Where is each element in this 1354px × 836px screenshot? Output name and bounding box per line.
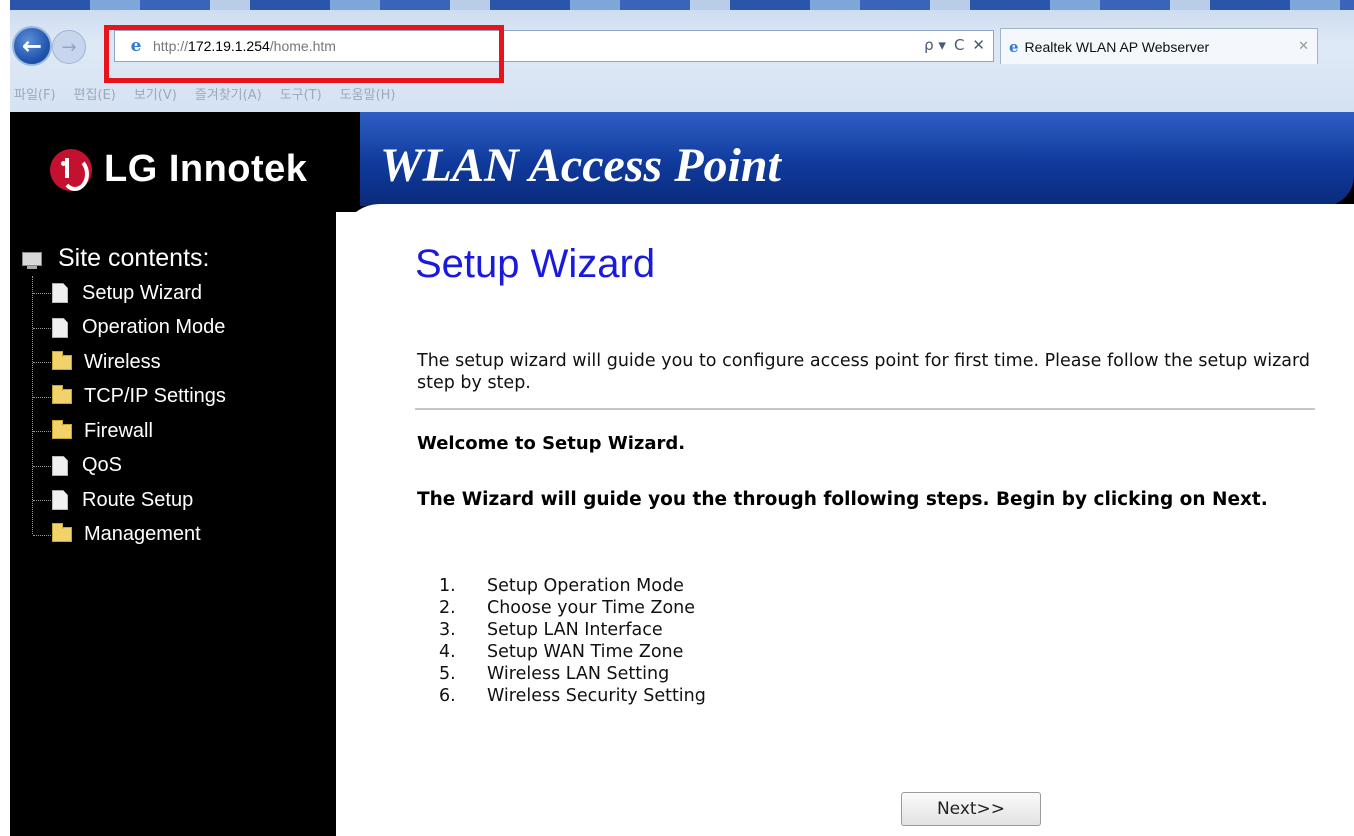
- site-contents-header: Site contents:: [22, 244, 209, 273]
- site-contents-label: Site contents:: [58, 244, 210, 272]
- stop-icon[interactable]: ✕: [972, 36, 985, 54]
- sidebar-item-wireless[interactable]: Wireless: [24, 345, 226, 380]
- folder-icon: [52, 523, 72, 543]
- monitor-icon: [22, 251, 42, 269]
- url-text[interactable]: http://172.19.1.254/home.htm: [153, 38, 336, 54]
- page-title: Setup Wizard: [415, 242, 656, 286]
- menu-favorites[interactable]: 즐겨찾기(A): [195, 84, 262, 103]
- step-text: Setup Operation Mode: [487, 576, 684, 596]
- sidebar-item-management[interactable]: Management: [24, 518, 226, 553]
- url-prefix: http://: [153, 38, 189, 54]
- internet-explorer-icon: e: [130, 36, 142, 56]
- sidebar-item-label[interactable]: Wireless: [84, 351, 161, 374]
- logo-text: LG Innotek: [104, 148, 308, 190]
- step-text: Wireless Security Setting: [487, 686, 706, 706]
- url-path: /home.htm: [269, 38, 336, 54]
- step-text: Choose your Time Zone: [487, 598, 696, 618]
- step-number: 1.: [439, 576, 456, 596]
- guide-text: The Wizard will guide you the through fo…: [417, 489, 1268, 510]
- refresh-icon[interactable]: C: [954, 36, 964, 54]
- sidebar-item-label[interactable]: Route Setup: [82, 489, 193, 512]
- sidebar-item-route-setup[interactable]: Route Setup: [24, 483, 226, 518]
- menu-view[interactable]: 보기(V): [134, 84, 177, 103]
- list-item: 3. Setup LAN Interface: [439, 619, 706, 641]
- next-button[interactable]: Next>>: [901, 792, 1041, 826]
- page-margin: [0, 0, 10, 836]
- url-host: 172.19.1.254: [188, 38, 270, 54]
- sidebar-item-firewall[interactable]: Firewall: [24, 414, 226, 449]
- document-icon: [52, 455, 68, 476]
- sidebar: Site contents: Setup Wizard Operation Mo…: [10, 212, 336, 836]
- step-number: 6.: [439, 686, 456, 706]
- tab-close-icon[interactable]: ✕: [1298, 39, 1309, 54]
- product-title: WLAN Access Point: [380, 139, 781, 192]
- menu-file[interactable]: 파일(F): [14, 84, 56, 103]
- search-icon[interactable]: ρ ▾: [924, 36, 946, 54]
- document-icon: [52, 283, 68, 304]
- list-item: 5. Wireless LAN Setting: [439, 663, 706, 685]
- internet-explorer-icon: e: [1009, 37, 1019, 56]
- sidebar-item-label[interactable]: Management: [84, 523, 201, 546]
- sidebar-item-qos[interactable]: QoS: [24, 449, 226, 484]
- sidebar-item-operation-mode[interactable]: Operation Mode: [24, 311, 226, 346]
- document-icon: [52, 317, 68, 338]
- step-text: Setup WAN Time Zone: [487, 642, 684, 662]
- step-number: 3.: [439, 620, 456, 640]
- browser-tab[interactable]: e Realtek WLAN AP Webserver ✕: [1000, 28, 1318, 64]
- title-bar: [10, 0, 1354, 10]
- step-number: 5.: [439, 664, 456, 684]
- intro-text: The setup wizard will guide you to confi…: [417, 351, 1311, 393]
- list-item: 4. Setup WAN Time Zone: [439, 641, 706, 663]
- list-item: 2. Choose your Time Zone: [439, 597, 706, 619]
- sidebar-item-label[interactable]: Operation Mode: [82, 316, 225, 339]
- sidebar-item-label[interactable]: Firewall: [84, 420, 153, 443]
- forward-button[interactable]: →: [52, 30, 86, 64]
- lg-logo-icon: [50, 148, 92, 191]
- address-tools: ρ ▾ C ✕: [924, 36, 985, 54]
- menu-bar: 파일(F) 편집(E) 보기(V) 즐겨찾기(A) 도구(T) 도움말(H): [10, 78, 396, 108]
- sidebar-item-label[interactable]: Setup Wizard: [82, 282, 202, 305]
- sidebar-item-tcpip-settings[interactable]: TCP/IP Settings: [24, 380, 226, 415]
- browser-chrome: ← → e http://172.19.1.254/home.htm ρ ▾ C…: [10, 0, 1354, 112]
- address-bar[interactable]: e http://172.19.1.254/home.htm ρ ▾ C ✕: [114, 30, 994, 62]
- document-icon: [52, 490, 68, 511]
- site-tree: Setup Wizard Operation Mode Wireless TCP…: [24, 276, 226, 552]
- divider: [415, 408, 1315, 410]
- step-number: 4.: [439, 642, 456, 662]
- folder-icon: [52, 350, 72, 370]
- sidebar-item-setup-wizard[interactable]: Setup Wizard: [24, 276, 226, 311]
- back-button[interactable]: ←: [12, 26, 52, 66]
- menu-tools[interactable]: 도구(T): [280, 84, 322, 103]
- step-text: Setup LAN Interface: [487, 620, 663, 640]
- header-banner: LG Innotek WLAN Access Point: [10, 112, 1354, 314]
- arrow-right-icon: →: [61, 36, 77, 58]
- tab-title: Realtek WLAN AP Webserver: [1024, 38, 1210, 55]
- arrow-left-icon: ←: [21, 32, 43, 60]
- sidebar-item-label[interactable]: TCP/IP Settings: [84, 385, 226, 408]
- folder-icon: [52, 419, 72, 439]
- lg-innotek-logo: LG Innotek: [50, 148, 307, 191]
- menu-help[interactable]: 도움말(H): [340, 84, 396, 103]
- menu-edit[interactable]: 편집(E): [74, 84, 116, 103]
- welcome-text: Welcome to Setup Wizard.: [417, 433, 686, 454]
- list-item: 6. Wireless Security Setting: [439, 685, 706, 707]
- sidebar-item-label[interactable]: QoS: [82, 454, 122, 477]
- step-text: Wireless LAN Setting: [487, 664, 670, 684]
- folder-icon: [52, 385, 72, 405]
- list-item: 1. Setup Operation Mode: [439, 575, 706, 597]
- step-number: 2.: [439, 598, 456, 618]
- steps-list: 1. Setup Operation Mode 2. Choose your Tim…: [439, 575, 706, 707]
- main-content: Setup Wizard The setup wizard will guide…: [415, 230, 1320, 826]
